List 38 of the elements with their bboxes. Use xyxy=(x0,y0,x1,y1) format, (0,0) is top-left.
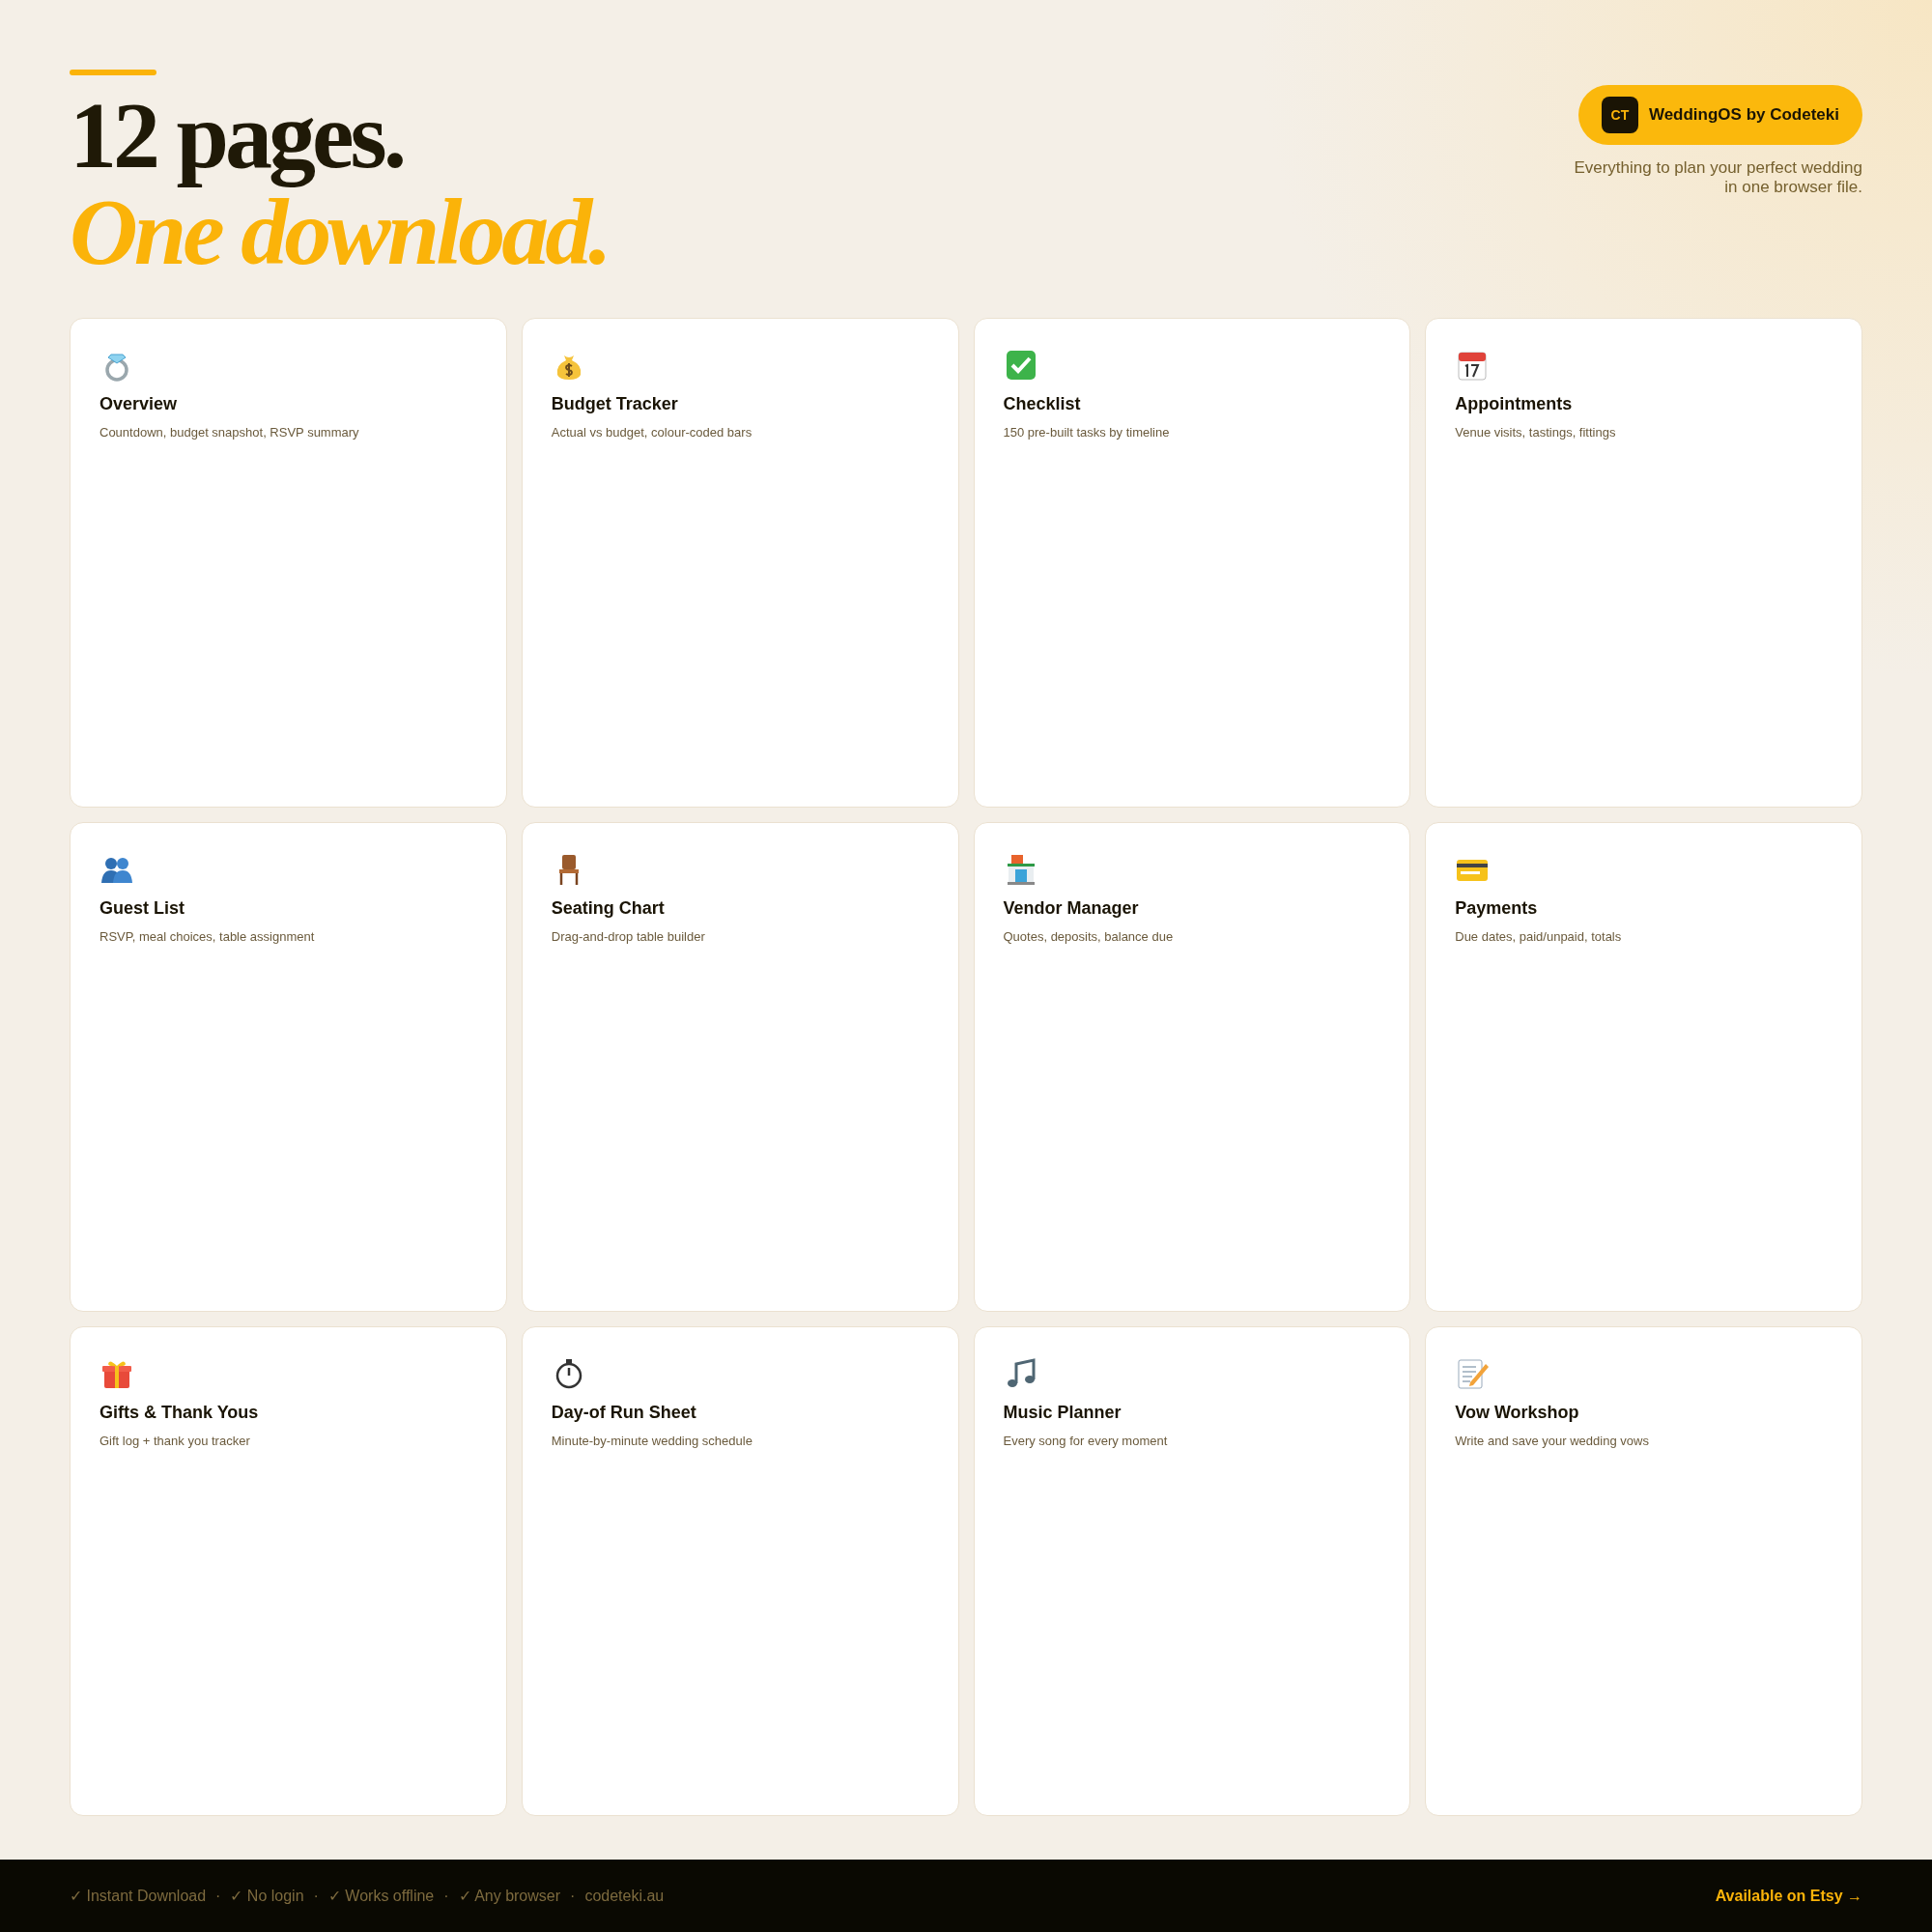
feature-item: ✓ Instant Download xyxy=(70,1887,207,1905)
card-description: Venue visits, tastings, fittings xyxy=(1455,425,1617,440)
card-title: Vow Workshop xyxy=(1455,1403,1580,1423)
card-title: Music Planner xyxy=(1003,1403,1122,1423)
card-description: 150 pre-built tasks by timeline xyxy=(1003,425,1171,440)
card-description: Countdown, budget snapshot, RSVP summary xyxy=(99,425,360,440)
card-title: Vendor Manager xyxy=(1003,898,1140,919)
feature-item: codeteki.au xyxy=(584,1887,665,1905)
separator-dot: · xyxy=(313,1887,319,1905)
tagline: Everything to plan your perfect wedding in one browser file. xyxy=(1573,158,1862,197)
card-description: Actual vs budget, colour-coded bars xyxy=(551,425,753,440)
etsy-link[interactable]: Available on Etsy → xyxy=(1715,1887,1862,1905)
card-title: Payments xyxy=(1455,898,1539,919)
card-title: Checklist xyxy=(1003,394,1082,414)
card-description: Gift log + thank you tracker xyxy=(99,1434,251,1448)
card-title: Day-of Run Sheet xyxy=(551,1403,697,1423)
card-description: Due dates, paid/unpaid, totals xyxy=(1455,929,1623,944)
card-title: Overview xyxy=(99,394,179,414)
brand-name: WeddingOS by Codeteki xyxy=(1648,105,1839,125)
card-description: Write and save your wedding vows xyxy=(1455,1434,1650,1448)
logo: CT xyxy=(1601,97,1638,133)
separator-dot: · xyxy=(215,1887,221,1905)
feature-item: ✓ No login xyxy=(230,1887,304,1905)
card-title: Budget Tracker xyxy=(551,394,679,414)
separator-dot: · xyxy=(570,1887,576,1905)
card-description: Quotes, deposits, balance due xyxy=(1003,929,1175,944)
card-description: RSVP, meal choices, table assignment xyxy=(99,929,316,944)
memo-icon xyxy=(1455,1356,1491,1391)
separator-dot: · xyxy=(443,1887,449,1905)
card-description: Drag-and-drop table builder xyxy=(551,929,706,944)
card-description: Minute-by-minute wedding schedule xyxy=(551,1434,753,1448)
card-title: Appointments xyxy=(1455,394,1574,414)
card-title: Seating Chart xyxy=(551,898,666,919)
card-description: Every song for every moment xyxy=(1003,1434,1169,1448)
feature-item: ✓ Works offline xyxy=(327,1887,435,1905)
feature-item: ✓ Any browser xyxy=(458,1887,561,1905)
card-title: Gifts & Thank Yous xyxy=(99,1403,260,1423)
card-title: Guest List xyxy=(99,898,185,919)
